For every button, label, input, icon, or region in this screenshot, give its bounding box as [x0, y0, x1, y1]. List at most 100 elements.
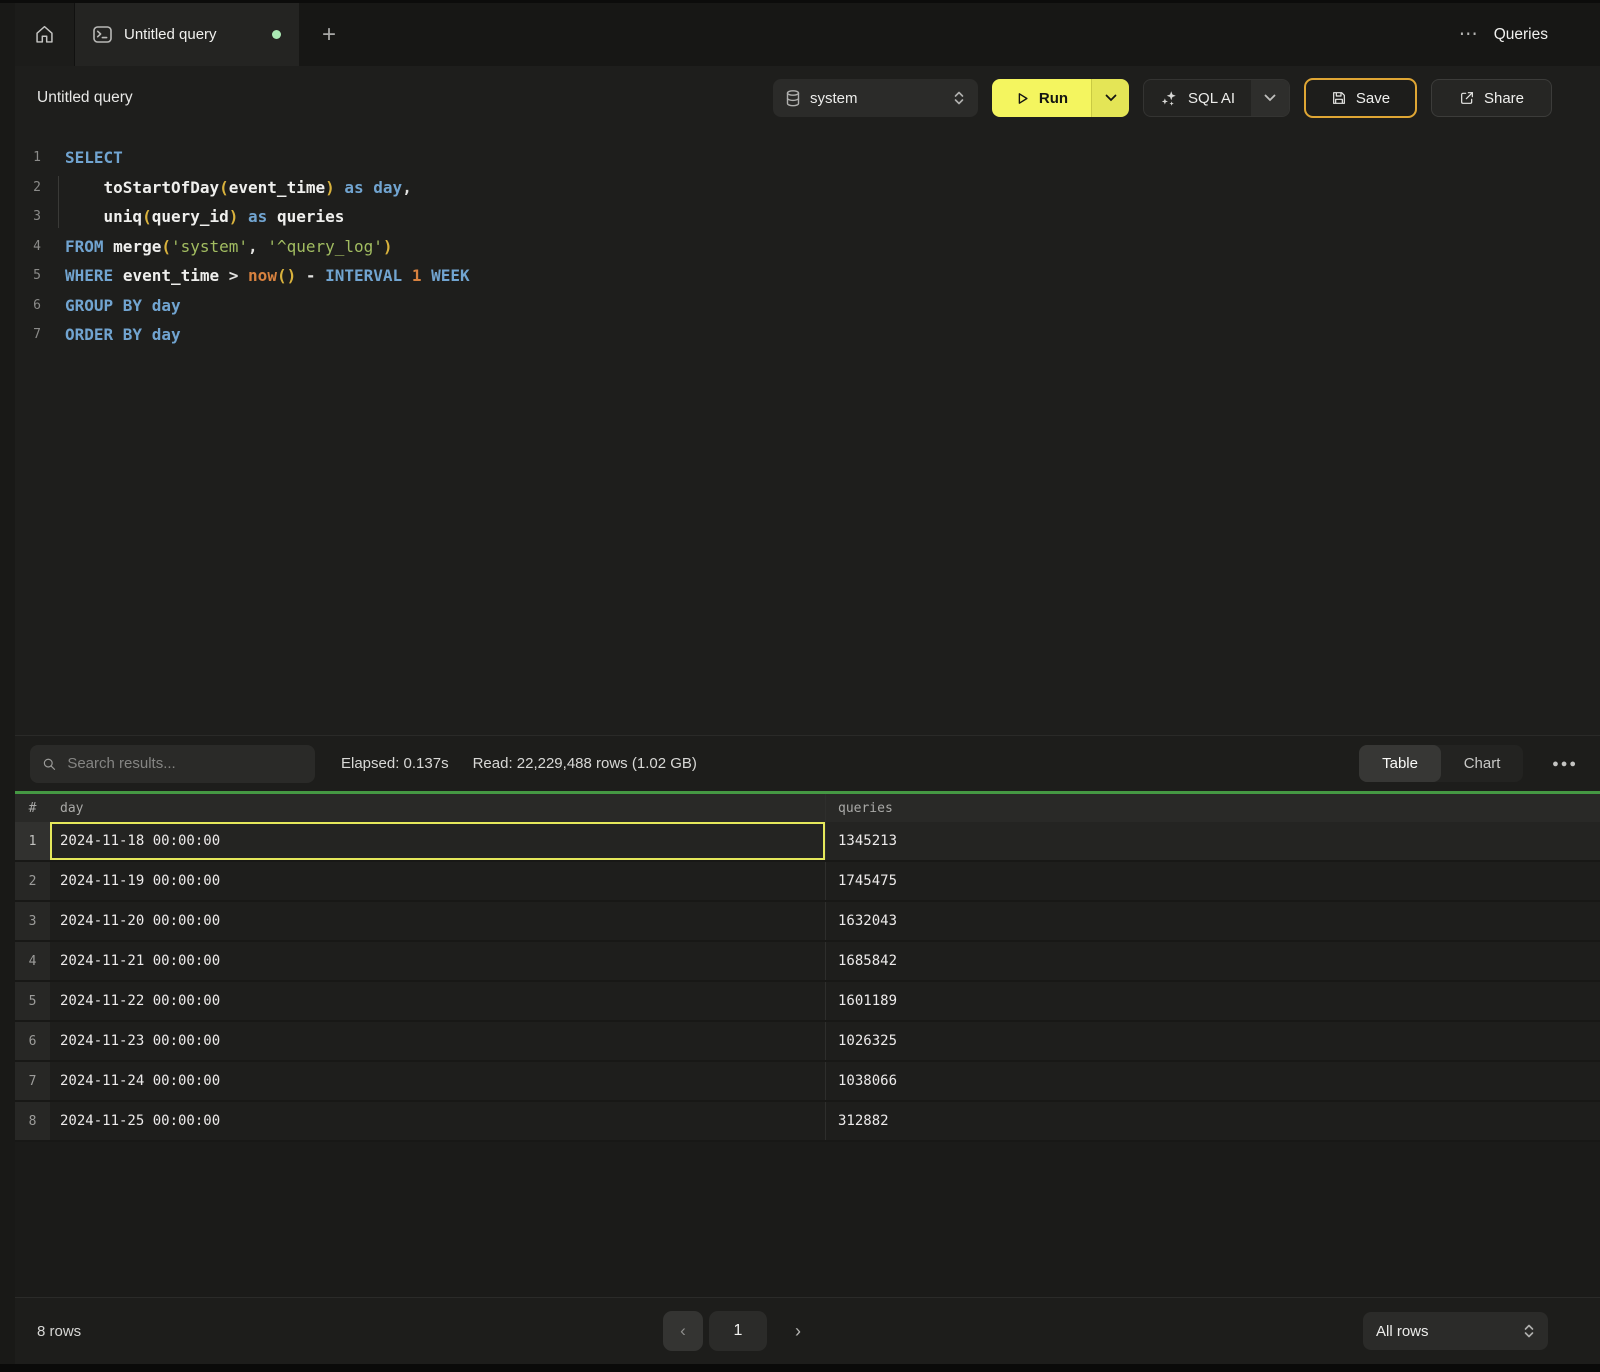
code-token — [65, 178, 104, 197]
table-row: 4 2024-11-21 00:00:00 1685842 — [15, 942, 1600, 982]
queries-cell[interactable]: 1745475 — [825, 862, 1600, 900]
save-icon — [1331, 90, 1347, 106]
view-toggle: Table Chart — [1359, 745, 1523, 782]
left-rail — [0, 3, 15, 1364]
code-line[interactable]: 6 GROUP BY day — [15, 291, 1600, 321]
day-cell[interactable]: 2024-11-22 00:00:00 — [50, 982, 825, 1020]
queries-link[interactable]: Queries — [1494, 26, 1548, 44]
code-token: queries — [277, 207, 344, 226]
day-cell[interactable]: 2024-11-23 00:00:00 — [50, 1022, 825, 1060]
pagination: ‹ 1 › — [663, 1311, 813, 1351]
next-page-button[interactable]: › — [783, 1311, 813, 1351]
rows-per-page-selector[interactable]: All rows — [1363, 1312, 1548, 1350]
code-token: FROM — [65, 237, 104, 256]
table-header-row: # day queries — [15, 794, 1600, 822]
code-token — [65, 207, 104, 226]
elapsed-stat: Elapsed: 0.137s — [341, 755, 449, 772]
row-count-label: 8 rows — [37, 1323, 81, 1340]
code-line[interactable]: 4 FROM merge('system', '^query_log') — [15, 232, 1600, 262]
code-token: merge — [113, 237, 161, 256]
code-line[interactable]: 5 WHERE event_time > now() - INTERVAL 1 … — [15, 261, 1600, 291]
day-value: 2024-11-19 00:00:00 — [60, 873, 220, 889]
previous-page-button[interactable]: ‹ — [663, 1311, 703, 1351]
code-text: GROUP BY day — [41, 296, 181, 315]
save-button[interactable]: Save — [1304, 78, 1417, 118]
new-tab-button[interactable]: + — [299, 3, 359, 66]
search-results-input[interactable] — [65, 754, 303, 773]
home-button[interactable] — [15, 3, 75, 66]
table-body: 1 2024-11-18 00:00:00 1345213 2 2024-11-… — [15, 822, 1600, 1142]
view-tab-chart[interactable]: Chart — [1441, 745, 1523, 782]
row-number-cell[interactable]: 2 — [15, 862, 50, 900]
day-cell[interactable]: 2024-11-20 00:00:00 — [50, 902, 825, 940]
search-results-box[interactable] — [30, 745, 315, 783]
code-token: toStartOfDay — [104, 178, 220, 197]
code-line[interactable]: 7 ORDER BY day — [15, 320, 1600, 350]
code-line[interactable]: 2 toStartOfDay(event_time) as day, — [15, 173, 1600, 203]
chevron-down-icon — [1105, 94, 1117, 102]
code-token: GROUP BY — [65, 296, 142, 315]
row-number-cell[interactable]: 3 — [15, 902, 50, 940]
row-number-cell[interactable]: 1 — [15, 822, 50, 860]
chevron-down-icon — [1264, 94, 1276, 102]
line-number: 5 — [15, 268, 41, 283]
day-value: 2024-11-23 00:00:00 — [60, 1033, 220, 1049]
toolbar-actions: system Run SQL AI — [773, 78, 1552, 118]
indent-guide — [58, 176, 59, 228]
day-cell[interactable]: 2024-11-19 00:00:00 — [50, 862, 825, 900]
row-number-cell[interactable]: 7 — [15, 1062, 50, 1100]
home-icon — [34, 24, 55, 45]
code-token: , — [248, 237, 267, 256]
column-header-day[interactable]: day — [50, 801, 825, 816]
code-token: ) — [383, 237, 393, 256]
queries-cell[interactable]: 1038066 — [825, 1062, 1600, 1100]
tabbar-more-icon[interactable]: ⋯ — [1459, 25, 1478, 44]
share-button[interactable]: Share — [1431, 79, 1552, 117]
row-number-cell[interactable]: 8 — [15, 1102, 50, 1140]
day-cell[interactable]: 2024-11-24 00:00:00 — [50, 1062, 825, 1100]
day-value: 2024-11-20 00:00:00 — [60, 913, 220, 929]
sql-ai-button[interactable]: SQL AI — [1144, 80, 1251, 116]
view-tab-table[interactable]: Table — [1359, 745, 1441, 782]
run-options-button[interactable] — [1091, 79, 1129, 117]
database-selector[interactable]: system — [773, 79, 978, 117]
queries-cell[interactable]: 1632043 — [825, 902, 1600, 940]
code-token — [113, 266, 123, 285]
code-token: ORDER BY — [65, 325, 142, 344]
row-number-cell[interactable]: 5 — [15, 982, 50, 1020]
code-token: INTERVAL — [325, 266, 402, 285]
unsaved-changes-dot — [272, 30, 281, 39]
queries-cell[interactable]: 1601189 — [825, 982, 1600, 1020]
current-page-button[interactable]: 1 — [709, 1311, 767, 1351]
code-token: event_time — [123, 266, 219, 285]
run-button[interactable]: Run — [992, 79, 1091, 117]
row-number-cell[interactable]: 6 — [15, 1022, 50, 1060]
code-token: WHERE — [65, 266, 113, 285]
queries-cell[interactable]: 312882 — [825, 1102, 1600, 1140]
results-more-icon[interactable]: ●●● — [1552, 758, 1578, 770]
table-row: 1 2024-11-18 00:00:00 1345213 — [15, 822, 1600, 862]
code-line[interactable]: 1 SELECT — [15, 143, 1600, 173]
tab-untitled-query[interactable]: Untitled query — [75, 3, 299, 66]
column-header-queries[interactable]: queries — [825, 794, 1600, 822]
code-token — [267, 207, 277, 226]
code-token — [142, 296, 152, 315]
tab-title: Untitled query — [124, 26, 260, 43]
queries-cell[interactable]: 1685842 — [825, 942, 1600, 980]
code-token: ( — [161, 237, 171, 256]
results-toolbar: Elapsed: 0.137s Read: 22,229,488 rows (1… — [15, 735, 1600, 791]
code-text: uniq(query_id) as queries — [41, 207, 344, 226]
day-cell[interactable]: 2024-11-21 00:00:00 — [50, 942, 825, 980]
queries-cell[interactable]: 1026325 — [825, 1022, 1600, 1060]
sql-ai-options-button[interactable] — [1251, 80, 1289, 116]
code-text: WHERE event_time > now() - INTERVAL 1 WE… — [41, 266, 470, 285]
sql-editor[interactable]: 1 SELECT 2 toStartOfDay(event_time) as d… — [15, 130, 1600, 735]
code-line[interactable]: 3 uniq(query_id) as queries — [15, 202, 1600, 232]
queries-cell[interactable]: 1345213 — [825, 822, 1600, 860]
code-token: uniq — [104, 207, 143, 226]
day-cell[interactable]: 2024-11-18 00:00:00 — [50, 822, 825, 860]
day-cell[interactable]: 2024-11-25 00:00:00 — [50, 1102, 825, 1140]
column-header-index[interactable]: # — [15, 801, 50, 816]
updown-chevrons-icon — [953, 90, 965, 106]
row-number-cell[interactable]: 4 — [15, 942, 50, 980]
